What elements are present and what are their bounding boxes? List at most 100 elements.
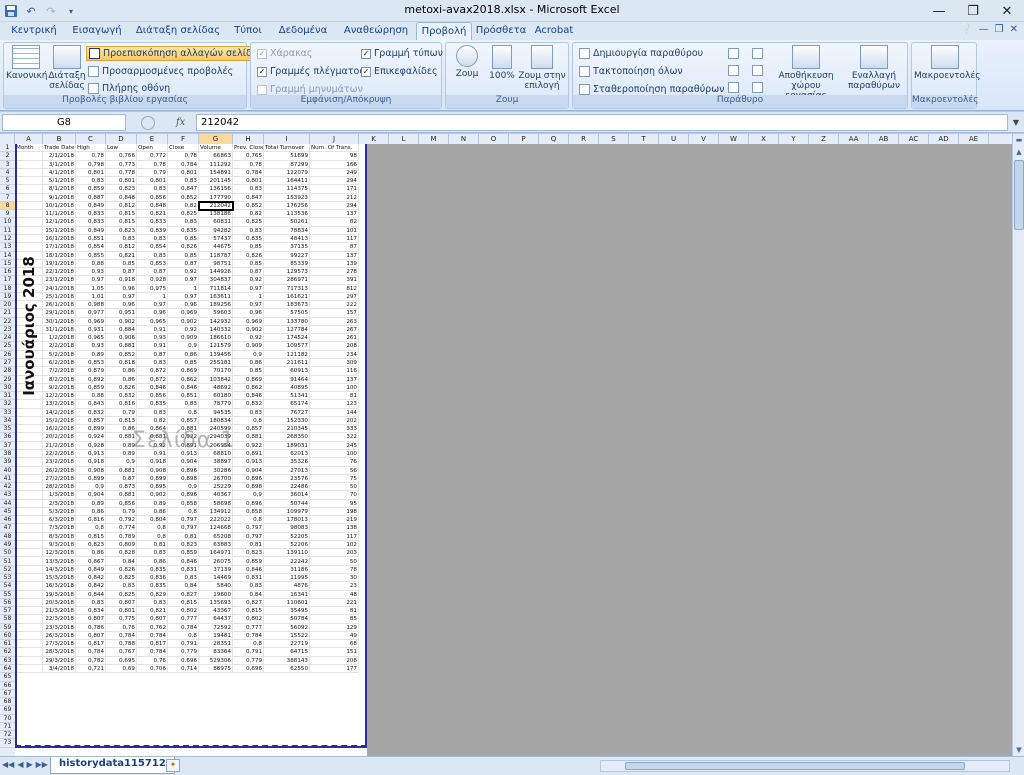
- table-cell[interactable]: 0,904: [233, 466, 264, 475]
- table-cell[interactable]: 0,833: [76, 210, 106, 219]
- table-cell[interactable]: 391: [310, 276, 359, 285]
- table-cell[interactable]: 100: [310, 383, 359, 393]
- table-cell[interactable]: 0,807: [106, 598, 137, 608]
- table-cell[interactable]: 65174: [264, 400, 310, 409]
- table-cell[interactable]: 0,895: [137, 483, 168, 492]
- close-icon[interactable]: ✕: [990, 0, 1024, 22]
- column-header[interactable]: H: [233, 134, 264, 144]
- row-header[interactable]: 24: [0, 334, 15, 343]
- table-cell[interactable]: 0,881: [106, 342, 137, 351]
- table-cell[interactable]: 304837: [199, 276, 233, 285]
- table-cell[interactable]: 0,87: [168, 259, 199, 269]
- table-cell[interactable]: 178013: [264, 516, 310, 525]
- table-cell[interactable]: 0,849: [76, 565, 106, 575]
- table-cell[interactable]: 0,896: [233, 474, 264, 484]
- table-cell[interactable]: [15, 243, 43, 252]
- table-cell[interactable]: 0,922: [233, 441, 264, 450]
- row-header[interactable]: 7: [0, 194, 15, 202]
- table-cell[interactable]: 333: [310, 425, 359, 434]
- table-cell[interactable]: 60180: [199, 392, 233, 401]
- table-cell[interactable]: 529306: [199, 656, 233, 665]
- table-cell[interactable]: 0,826: [106, 383, 137, 393]
- synchronous-scrolling-button[interactable]: [747, 65, 767, 79]
- tab-6[interactable]: Προβολή: [416, 22, 472, 40]
- column-header[interactable]: AB: [869, 134, 899, 144]
- row-header[interactable]: 55: [0, 591, 15, 599]
- row-header[interactable]: 37: [0, 442, 15, 450]
- row-header[interactable]: 36: [0, 433, 15, 442]
- table-cell[interactable]: 76727: [264, 408, 310, 417]
- table-cell[interactable]: 0,872: [137, 375, 168, 384]
- table-cell[interactable]: 144926: [199, 268, 233, 277]
- table-cell[interactable]: 208: [310, 342, 359, 351]
- column-title-cell[interactable]: Total Turnover: [264, 144, 310, 153]
- table-cell[interactable]: [15, 226, 43, 235]
- table-cell[interactable]: 12/2/2018: [43, 392, 76, 401]
- table-cell[interactable]: 24/1/2018: [43, 284, 76, 293]
- table-cell[interactable]: 0,85: [233, 367, 264, 376]
- table-cell[interactable]: [15, 466, 43, 475]
- table-cell[interactable]: [15, 160, 43, 169]
- table-cell[interactable]: 31186: [264, 565, 310, 575]
- table-cell[interactable]: 19481: [199, 631, 233, 641]
- row-header[interactable]: 58: [0, 615, 15, 624]
- row-header[interactable]: 54: [0, 582, 15, 591]
- column-header[interactable]: AA: [839, 134, 869, 144]
- table-cell[interactable]: 0,818: [106, 359, 137, 368]
- table-cell[interactable]: 0,83: [137, 251, 168, 260]
- table-cell[interactable]: 100: [310, 449, 359, 459]
- table-cell[interactable]: 13/3/2018: [43, 557, 76, 566]
- column-title-cell[interactable]: Low: [106, 144, 137, 153]
- table-cell[interactable]: 37139: [199, 565, 233, 575]
- table-cell[interactable]: 0,87: [106, 474, 137, 484]
- table-cell[interactable]: 0,821: [137, 210, 168, 219]
- table-cell[interactable]: 48692: [199, 383, 233, 393]
- row-header[interactable]: 46: [0, 516, 15, 525]
- restore-workbook-icon[interactable]: ❐: [995, 24, 1004, 35]
- table-cell[interactable]: 23/3/2018: [43, 623, 76, 632]
- scroll-down-icon[interactable]: ▼: [1013, 744, 1024, 756]
- row-header[interactable]: 42: [0, 483, 15, 492]
- row-header[interactable]: 11: [0, 227, 15, 235]
- insert-function-button[interactable]: fx: [176, 117, 185, 128]
- table-cell[interactable]: 0,858: [168, 499, 199, 508]
- horizontal-scroll-thumb[interactable]: [625, 762, 965, 770]
- table-cell[interactable]: 0,89: [76, 499, 106, 508]
- table-cell[interactable]: 75: [310, 474, 359, 484]
- table-cell[interactable]: 0,772: [137, 152, 168, 161]
- table-cell[interactable]: 16/1/2018: [43, 234, 76, 244]
- table-cell[interactable]: 0,86: [106, 375, 137, 384]
- table-cell[interactable]: 0,801: [168, 168, 199, 178]
- table-cell[interactable]: 0,881: [233, 433, 264, 442]
- table-cell[interactable]: 0,904: [76, 491, 106, 500]
- table-cell[interactable]: 0,777: [233, 623, 264, 632]
- row-header[interactable]: 18: [0, 285, 15, 293]
- table-cell[interactable]: 0,802: [233, 615, 264, 624]
- table-cell[interactable]: 261: [310, 334, 359, 343]
- table-cell[interactable]: 0,85: [168, 251, 199, 260]
- table-cell[interactable]: 0,97: [233, 301, 264, 310]
- table-cell[interactable]: 0,88: [76, 392, 106, 401]
- row-header[interactable]: 59: [0, 624, 15, 632]
- table-cell[interactable]: 0,909: [168, 334, 199, 343]
- table-cell[interactable]: 40367: [199, 491, 233, 500]
- table-cell[interactable]: 309: [310, 359, 359, 368]
- table-cell[interactable]: [15, 557, 43, 566]
- table-cell[interactable]: 161621: [264, 292, 310, 302]
- table-cell[interactable]: 50784: [264, 615, 310, 624]
- row-header[interactable]: 51: [0, 558, 15, 566]
- table-cell[interactable]: 0,76: [137, 656, 168, 665]
- table-cell[interactable]: 711814: [199, 284, 233, 293]
- table-cell[interactable]: 0,83: [76, 177, 106, 186]
- table-cell[interactable]: 137: [310, 251, 359, 260]
- row-header[interactable]: 31: [0, 392, 15, 401]
- table-cell[interactable]: [15, 540, 43, 550]
- tab-0[interactable]: Κεντρική: [4, 22, 64, 40]
- table-cell[interactable]: [15, 474, 43, 484]
- table-cell[interactable]: 0,857: [76, 416, 106, 426]
- row-header[interactable]: 43: [0, 491, 15, 500]
- table-cell[interactable]: [15, 268, 43, 277]
- table-cell[interactable]: 23: [310, 582, 359, 591]
- table-cell[interactable]: 1: [168, 284, 199, 293]
- page-layout-button[interactable]: Διάταξη σελίδας: [48, 45, 86, 91]
